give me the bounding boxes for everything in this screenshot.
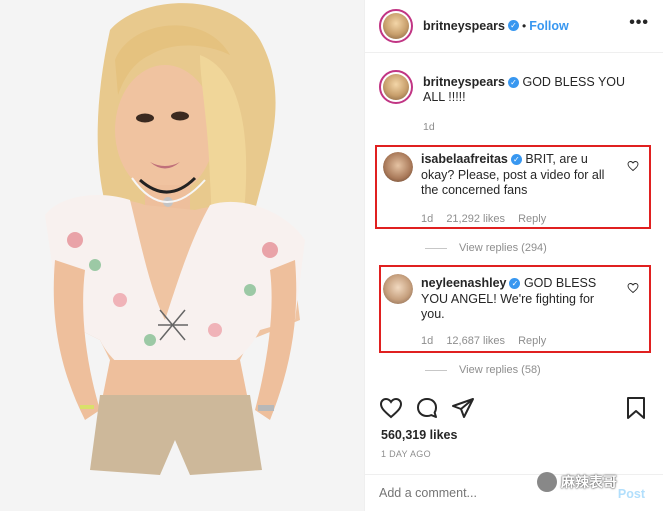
comment-likes[interactable]: 12,687 likes bbox=[446, 335, 505, 347]
comment-body: neyleenashley ✓ GOD BLESS YOU ANGEL! We'r… bbox=[421, 276, 611, 323]
post-actions-bar bbox=[379, 396, 649, 422]
add-comment-input[interactable] bbox=[379, 486, 559, 500]
comment-icon[interactable] bbox=[415, 396, 439, 420]
verified-badge-icon: ✓ bbox=[510, 154, 522, 166]
comment-body: isabelaafreitas ✓ BRIT, are u okay? Pleas… bbox=[421, 152, 611, 199]
replies-divider bbox=[425, 247, 447, 249]
post-caption: britneyspears ✓ GOD BLESS YOU ALL !!!!! bbox=[423, 75, 635, 105]
author-line: britneyspears ✓ • Follow bbox=[423, 17, 569, 35]
verified-badge-icon: ✓ bbox=[509, 278, 521, 290]
post-likes-count[interactable]: 560,319 likes bbox=[381, 428, 457, 442]
view-replies-label[interactable]: View replies (58) bbox=[459, 364, 541, 376]
caption-timestamp: 1d bbox=[423, 121, 435, 133]
comment-username[interactable]: neyleenashley bbox=[421, 276, 506, 290]
instagram-post-view: britneyspears ✓ • Follow ••• britneyspears ✓… bbox=[0, 0, 663, 511]
follow-button[interactable]: Follow bbox=[529, 19, 569, 33]
more-options-icon[interactable]: ••• bbox=[629, 14, 649, 32]
caption-author-avatar[interactable] bbox=[379, 70, 413, 104]
view-replies-label[interactable]: View replies (294) bbox=[459, 242, 547, 254]
post-comment-button[interactable]: Post bbox=[618, 487, 645, 501]
view-replies-link[interactable]: View replies (58) bbox=[425, 364, 541, 376]
verified-badge-icon: ✓ bbox=[507, 20, 519, 32]
post-photo[interactable] bbox=[0, 0, 364, 511]
author-avatar[interactable] bbox=[379, 9, 413, 43]
separator-dot: • bbox=[521, 19, 527, 33]
comment-time: 1d bbox=[421, 335, 434, 347]
view-replies-link[interactable]: View replies (294) bbox=[425, 242, 547, 254]
comment-item: isabelaafreitas ✓ BRIT, are u okay? Pleas… bbox=[377, 150, 639, 230]
comment-avatar[interactable] bbox=[383, 274, 413, 304]
share-icon[interactable] bbox=[451, 396, 475, 420]
post-details-panel: britneyspears ✓ • Follow ••• britneyspears ✓… bbox=[364, 0, 663, 511]
watermark: 麻辣表哥 bbox=[537, 472, 617, 492]
heart-icon[interactable] bbox=[627, 160, 639, 172]
watermark-logo-icon bbox=[537, 472, 557, 492]
heart-icon[interactable] bbox=[379, 396, 403, 420]
replies-divider bbox=[425, 369, 447, 371]
comment-time: 1d bbox=[421, 213, 434, 225]
reply-button[interactable]: Reply bbox=[518, 213, 546, 225]
author-username[interactable]: britneyspears bbox=[423, 19, 505, 33]
comment-item: neyleenashley ✓ GOD BLESS YOU ANGEL! We'r… bbox=[377, 272, 639, 352]
verified-badge-icon: ✓ bbox=[507, 77, 519, 89]
post-timestamp: 1 DAY AGO bbox=[381, 449, 431, 459]
post-header: britneyspears ✓ • Follow ••• bbox=[365, 0, 663, 53]
post-photo-illustration bbox=[0, 0, 364, 511]
comment-avatar[interactable] bbox=[383, 152, 413, 182]
bookmark-icon[interactable] bbox=[625, 396, 647, 420]
comment-username[interactable]: isabelaafreitas bbox=[421, 152, 508, 166]
comment-meta: 1d 21,292 likes Reply bbox=[421, 213, 556, 225]
reply-button[interactable]: Reply bbox=[518, 335, 546, 347]
add-comment-bar: Post bbox=[365, 474, 663, 511]
comment-likes[interactable]: 21,292 likes bbox=[446, 213, 505, 225]
caption-author-username[interactable]: britneyspears bbox=[423, 75, 505, 89]
comment-meta: 1d 12,687 likes Reply bbox=[421, 335, 556, 347]
watermark-text: 麻辣表哥 bbox=[561, 475, 617, 491]
heart-icon[interactable] bbox=[627, 282, 639, 294]
